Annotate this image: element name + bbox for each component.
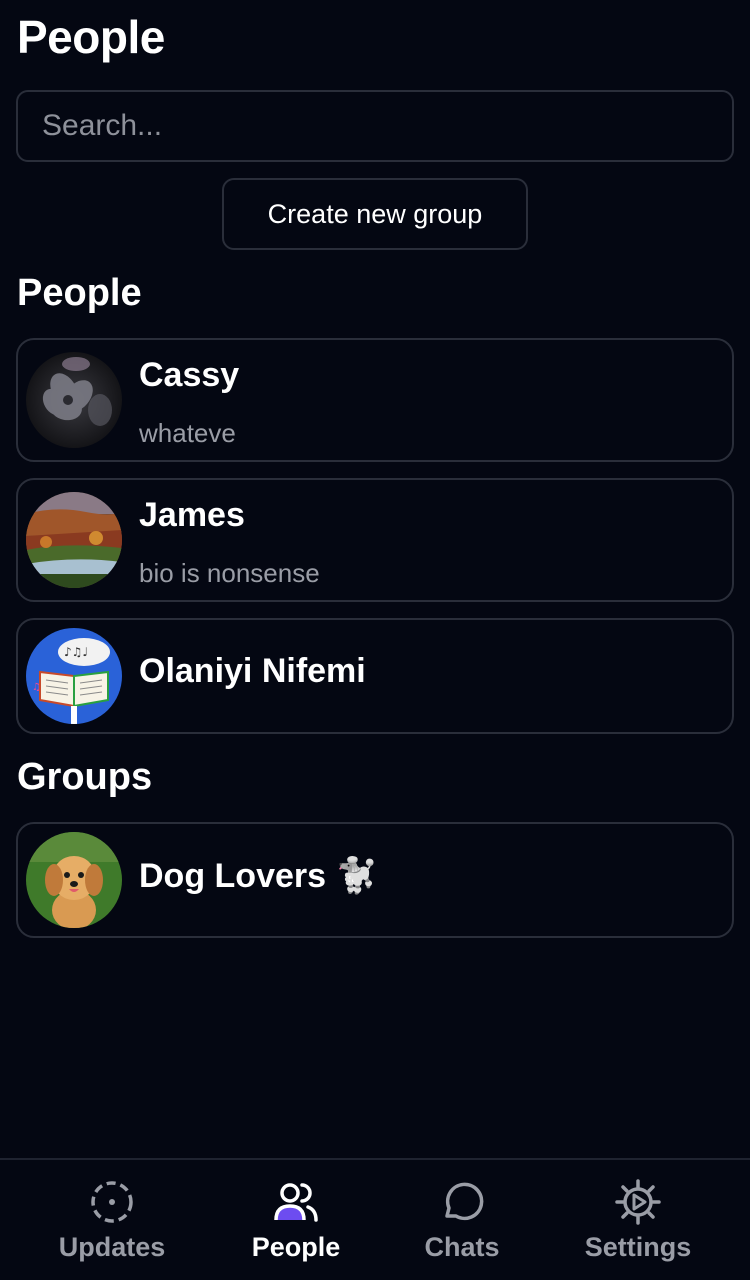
- person-card-james[interactable]: James bio is nonsense: [16, 478, 734, 602]
- person-card-olaniyi-nifemi[interactable]: ♪♫♩ ♫ Olaniyi Nifemi: [16, 618, 734, 734]
- nav-item-settings[interactable]: Settings: [558, 1160, 718, 1280]
- person-bio: bio is nonsense: [139, 558, 320, 588]
- nav-label: Updates: [58, 1232, 166, 1262]
- nav-label: Settings: [584, 1232, 692, 1262]
- group-card-dog-lovers[interactable]: Dog Lovers 🐩: [16, 822, 734, 938]
- avatar: [26, 492, 122, 588]
- svg-text:♪♫♩: ♪♫♩: [64, 645, 88, 659]
- create-group-button[interactable]: Create new group: [222, 178, 528, 250]
- nav-label: Chats: [424, 1232, 500, 1262]
- avatar: [26, 832, 122, 928]
- nav-item-updates[interactable]: Updates: [32, 1160, 192, 1280]
- page-title: People: [17, 11, 165, 63]
- group-name: Dog Lovers 🐩: [139, 857, 378, 895]
- person-name: Olaniyi Nifemi: [139, 652, 366, 690]
- person-bio: whateve: [139, 418, 236, 448]
- nav-item-chats[interactable]: Chats: [382, 1160, 542, 1280]
- search-input[interactable]: [42, 109, 732, 143]
- person-name: Cassy: [139, 356, 240, 394]
- avatar: ♪♫♩ ♫: [26, 628, 122, 724]
- groups-section-title: Groups: [17, 756, 153, 798]
- nav-item-people[interactable]: People: [216, 1160, 376, 1280]
- bottom-nav: Updates People Chats Settings: [0, 1158, 750, 1280]
- updates-icon: [91, 1181, 133, 1223]
- people-section-title: People: [17, 272, 142, 314]
- search-box[interactable]: [16, 90, 734, 162]
- chat-icon: [445, 1182, 484, 1221]
- people-screen: People Create new group People: [0, 0, 750, 1280]
- person-card-cassy[interactable]: Cassy whateve: [16, 338, 734, 462]
- person-name: James: [139, 496, 245, 534]
- nav-label: People: [251, 1232, 341, 1262]
- avatar: [26, 352, 122, 448]
- gear-icon: [615, 1179, 661, 1225]
- svg-text:♫: ♫: [32, 682, 41, 693]
- people-icon: [274, 1183, 318, 1222]
